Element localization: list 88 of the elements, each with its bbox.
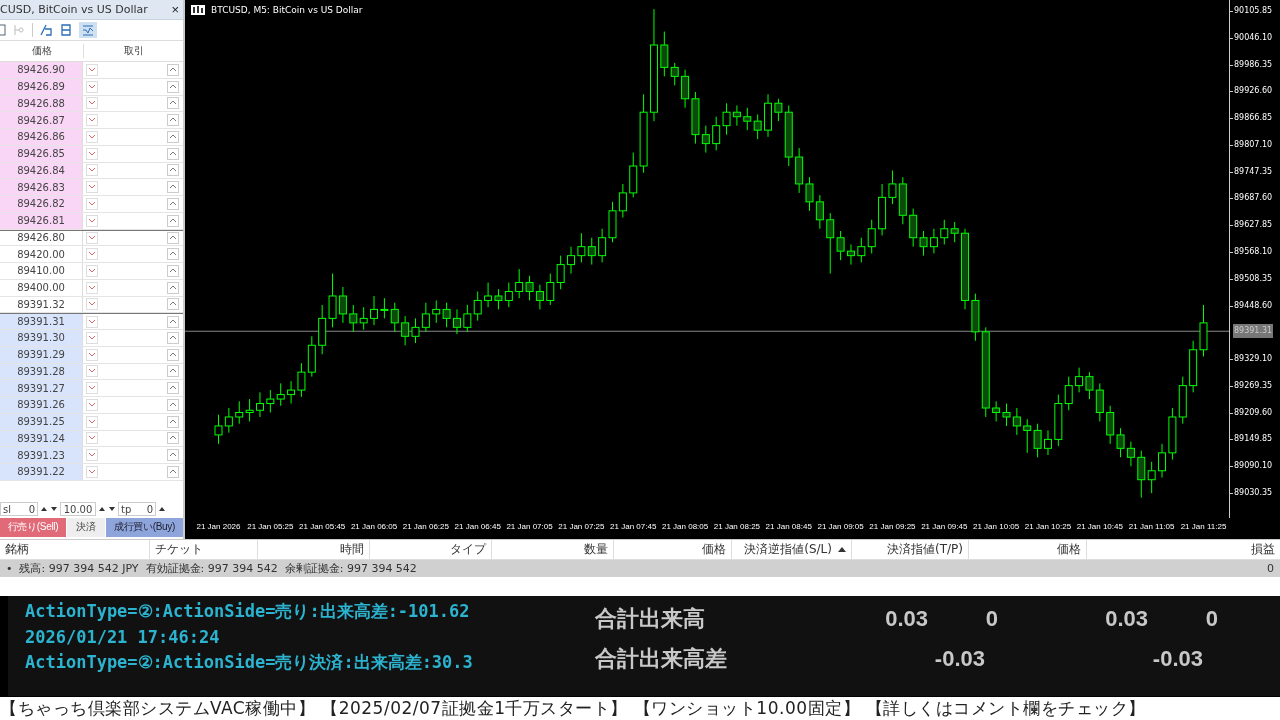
time-label: 21 Jan 11:25 bbox=[1180, 522, 1227, 531]
time-label: 21 Jan 10:45 bbox=[1076, 522, 1123, 531]
price-cell: 89426.83 bbox=[0, 179, 83, 195]
price-cell: 89391.30 bbox=[0, 330, 83, 346]
sl-value: 0 bbox=[28, 503, 35, 515]
price-cell: 89426.82 bbox=[0, 196, 83, 212]
column-header[interactable]: 数量 bbox=[492, 539, 614, 559]
price-label: 89269.35 bbox=[1230, 378, 1273, 393]
price-label: 89866.85 bbox=[1230, 111, 1273, 126]
price-label: 89986.35 bbox=[1230, 57, 1273, 72]
ticker-text: 【ちゃっち倶楽部システムVAC稼働中】 【2025/02/07証拠金1千万スタート】 【ワンショット10.00固定】 【詳しくはコメント欄をチェック】 bbox=[0, 696, 1280, 720]
time-label: 21 Jan 08:25 bbox=[713, 522, 761, 531]
summary-label: 合計出来高差 bbox=[595, 645, 728, 674]
close-position-button[interactable]: 決済 bbox=[67, 517, 105, 537]
panel-title: CUSD, BitCoin vs US Dollar bbox=[0, 3, 148, 16]
price-label: 90046.10 bbox=[1230, 30, 1273, 45]
price-label: 90105.85 bbox=[1230, 4, 1273, 18]
tp-value: 0 bbox=[146, 503, 153, 515]
price-label: 89329.10 bbox=[1230, 352, 1273, 367]
price-label: 89209.60 bbox=[1230, 405, 1273, 420]
log-line: ActionType=②:ActionSide=売り:出来高差:-101.62 bbox=[25, 600, 471, 624]
column-header[interactable]: 決済逆指値(S/L) bbox=[732, 539, 852, 559]
price-cell: 89426.90 bbox=[0, 62, 83, 78]
column-header: 取引 bbox=[122, 44, 145, 58]
price-label: 89568.10 bbox=[1230, 245, 1273, 259]
sl-field[interactable]: sl 0 bbox=[0, 502, 38, 516]
time-label: 21 Jan 07:05 bbox=[506, 522, 553, 531]
price-cell: 89391.22 bbox=[0, 464, 83, 480]
time-label: 21 Jan 06:45 bbox=[454, 522, 501, 531]
buy-button[interactable]: 成行買い(Buy) bbox=[106, 517, 183, 537]
price-label: 89030.35 bbox=[1230, 486, 1273, 500]
time-label: 21 Jan 06:05 bbox=[350, 522, 398, 531]
close-button[interactable]: × bbox=[167, 2, 183, 17]
column-header[interactable]: 価格 bbox=[969, 539, 1087, 559]
time-label: 21 Jan 08:05 bbox=[661, 522, 709, 531]
log-line: 2026/01/21 17:46:24 bbox=[25, 627, 221, 648]
summary-value: -0.03 bbox=[933, 646, 985, 673]
price-label: 89508.35 bbox=[1230, 271, 1273, 286]
summary-value: 0.03 bbox=[884, 606, 928, 633]
profit-value: 0 bbox=[1267, 561, 1274, 575]
column-header[interactable]: 時間 bbox=[258, 539, 370, 559]
summary-value: 0.03 bbox=[1104, 606, 1148, 633]
column-header[interactable]: 銘柄 bbox=[0, 539, 150, 559]
chart-title: BTCUSD, M5: BitCoin vs US Dollar bbox=[211, 5, 363, 15]
time-label: 21 Jan 08:45 bbox=[765, 522, 812, 531]
summary-value: 0 bbox=[1204, 606, 1218, 633]
column-header[interactable]: 決済指値(T/P) bbox=[852, 539, 969, 559]
volume-field[interactable]: 10.00 bbox=[60, 502, 96, 516]
time-label: 21 Jan 07:45 bbox=[610, 522, 657, 531]
time-label: 21 Jan 2026 bbox=[196, 522, 241, 531]
time-label: 21 Jan 09:45 bbox=[921, 522, 968, 531]
price-cell: 89391.26 bbox=[0, 397, 83, 413]
price-cell: 89426.87 bbox=[0, 112, 83, 128]
column-header[interactable]: タイプ bbox=[370, 539, 492, 559]
price-cell: 89391.23 bbox=[0, 447, 83, 463]
time-label: 21 Jan 10:25 bbox=[1024, 522, 1072, 531]
sl-label: sl bbox=[3, 503, 11, 515]
price-label: 89687.60 bbox=[1230, 191, 1273, 206]
summary-value: 0 bbox=[984, 606, 998, 633]
price-label: 89807.10 bbox=[1230, 137, 1273, 152]
time-label: 21 Jan 06:25 bbox=[402, 522, 449, 531]
log-line: ActionType=②:ActionSide=売り決済:出来高差:30.3 bbox=[25, 651, 474, 675]
time-label: 21 Jan 10:05 bbox=[973, 522, 1020, 531]
price-cell: 89426.86 bbox=[0, 129, 83, 145]
time-label: 21 Jan 05:45 bbox=[299, 522, 346, 531]
current-price-label: 89391.31 bbox=[1233, 324, 1274, 339]
tp-label: tp bbox=[121, 503, 132, 515]
tp-field[interactable]: tp 0 bbox=[118, 502, 156, 516]
price-label: 89926.60 bbox=[1230, 84, 1273, 99]
time-label: 21 Jan 09:25 bbox=[869, 522, 916, 531]
price-label: 89149.85 bbox=[1230, 432, 1273, 447]
price-label: 89627.85 bbox=[1230, 218, 1273, 233]
price-label: 89747.35 bbox=[1230, 164, 1273, 179]
summary-value: -0.03 bbox=[1151, 646, 1203, 673]
column-header: 価格 bbox=[0, 44, 84, 58]
time-label: 21 Jan 11:05 bbox=[1128, 522, 1175, 531]
column-header[interactable]: チケット bbox=[150, 539, 258, 559]
column-header[interactable]: 損益 bbox=[1087, 539, 1280, 559]
balance-text: • 残高: 997 394 542 JPY 有効証拠金: 997 394 542 余剰証拠金: 997 394 542 bbox=[6, 560, 417, 576]
price-cell: 89391.27 bbox=[0, 380, 83, 396]
summary-label: 合計出来高 bbox=[595, 605, 706, 634]
column-header[interactable]: 価格 bbox=[614, 539, 732, 559]
price-label: 89090.10 bbox=[1230, 459, 1273, 474]
price-cell: 89391.31 bbox=[0, 314, 83, 329]
time-label: 21 Jan 09:05 bbox=[817, 522, 864, 531]
time-label: 21 Jan 05:25 bbox=[247, 522, 294, 531]
price-label: 89448.60 bbox=[1230, 298, 1273, 313]
time-label: 21 Jan 07:25 bbox=[558, 522, 605, 531]
